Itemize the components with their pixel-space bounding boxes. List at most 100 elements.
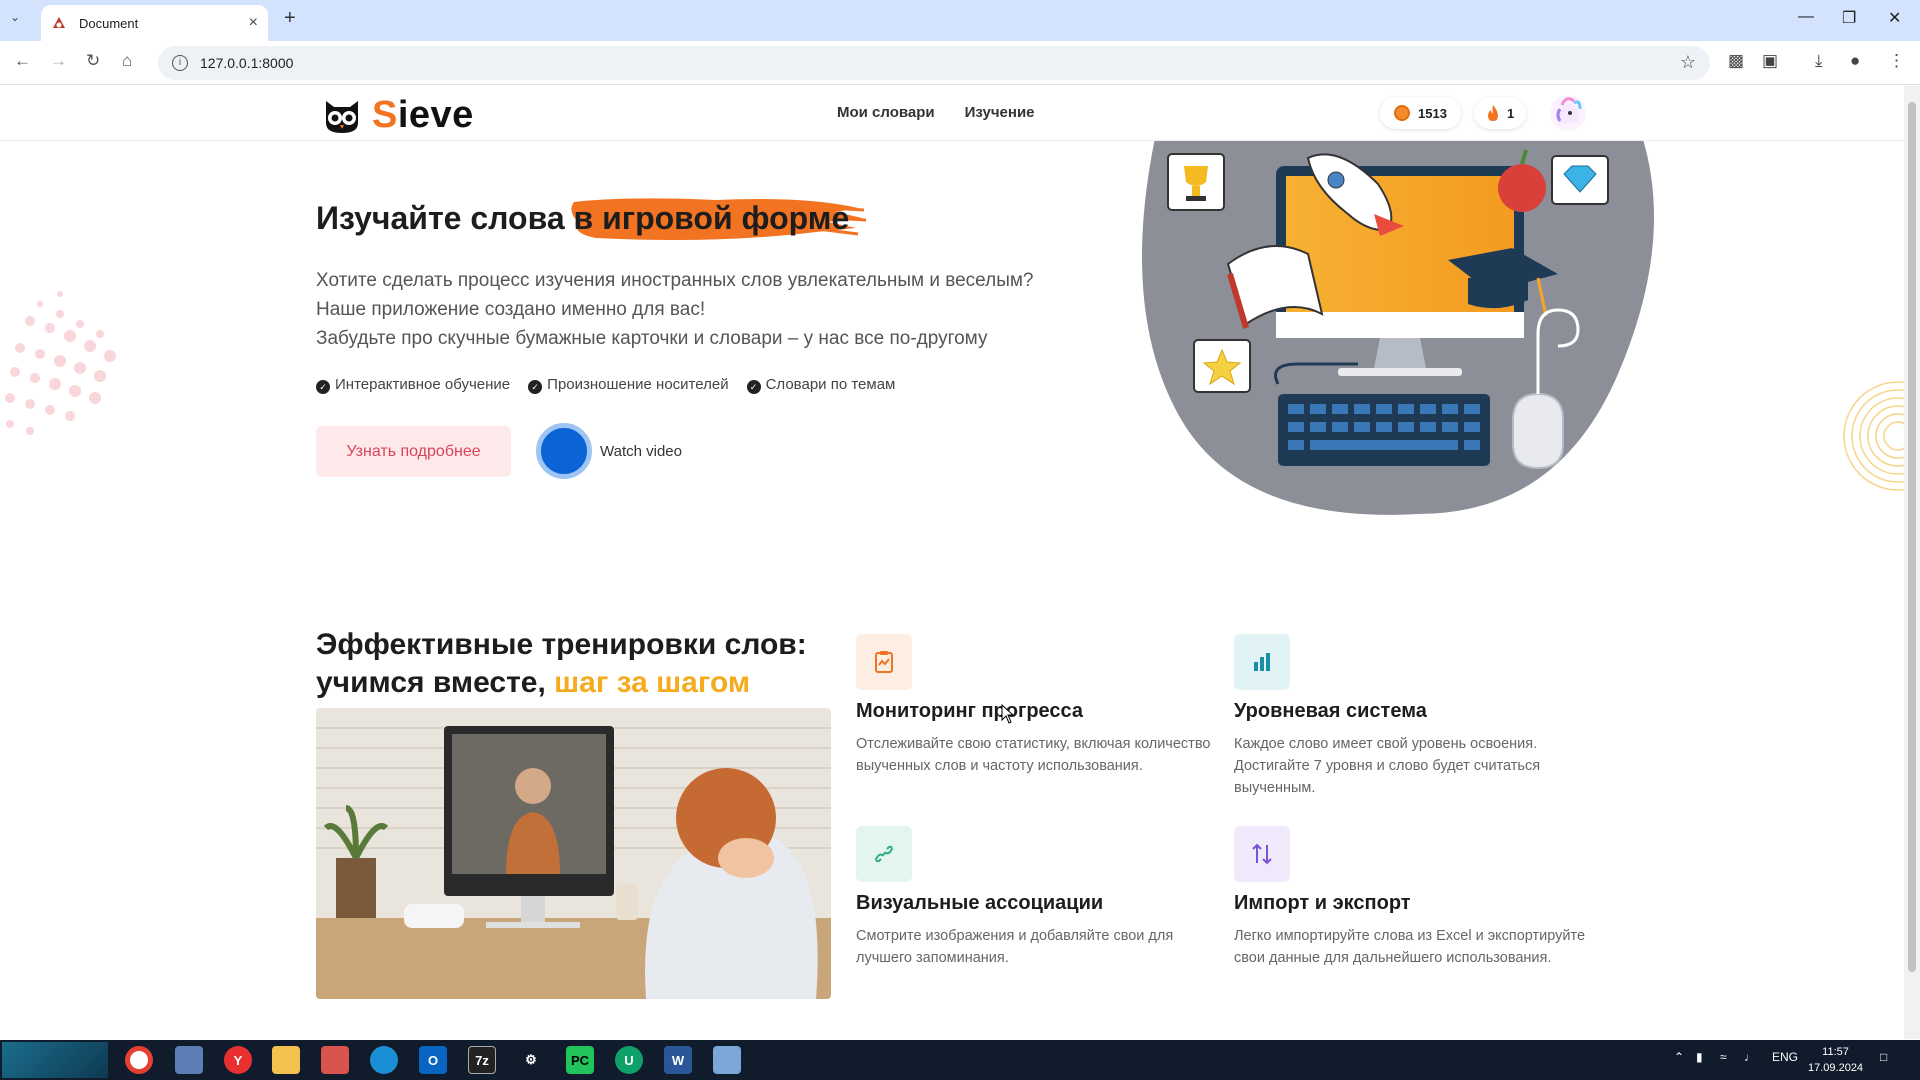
feature-card-import-export: Импорт и экспорт Легко импортируйте слов… [1234,826,1594,969]
learn-more-button[interactable]: Узнать подробнее [316,426,511,477]
7zip-icon[interactable]: 7z [468,1046,496,1074]
card-text: Каждое слово имеет свой уровень освоения… [1234,736,1541,796]
card-text: Отслеживайте свою статистику, включая ко… [856,736,1211,774]
folder-icon[interactable] [272,1046,300,1074]
clock-date: 17.09.2024 [1808,1062,1864,1074]
hero-title: Изучайте слова в игровой форме [316,200,850,236]
calculator-icon[interactable] [175,1046,203,1074]
menu-item-study[interactable]: Изучение [965,104,1035,121]
feature-card-visual: Визуальные ассоциации Смотрите изображен… [856,826,1216,969]
outlook-icon[interactable]: O [419,1046,447,1074]
link-icon [856,826,912,882]
feature-list: ✓ Интерактивное обучение ✓ Произношение но… [316,376,895,394]
browser-tab[interactable]: Document × [41,5,268,41]
menu-item-dictionaries[interactable]: Мои словари [837,104,935,121]
circles-decoration [1843,381,1904,491]
feature-item: ✓ Словари по темам [746,376,895,394]
play-icon[interactable] [536,423,592,479]
back-icon[interactable]: ← [14,51,31,71]
card-title: Визуальные ассоциации [856,892,1104,914]
forward-icon[interactable]: → [50,51,67,71]
flame-icon [1488,105,1498,121]
close-icon[interactable]: × [249,14,258,32]
check-icon: ✓ [746,380,761,394]
computer-illustration [1142,124,1654,515]
watch-video-label: Watch video [600,442,682,460]
star-icon[interactable]: ☆ [1680,52,1696,73]
reload-icon[interactable]: ↻ [86,51,100,71]
check-icon: ✓ [528,380,543,394]
coins-badge[interactable]: 1513 [1380,97,1461,129]
download-icon[interactable]: ⤓ [1815,51,1823,71]
page-viewport: Sieve Мои словари Изучение 1513 1 Изучай… [0,86,1904,1039]
clock-time: 11:57 [1822,1046,1849,1058]
extension-off-icon[interactable]: ▩ [1728,51,1744,71]
profile-icon[interactable]: ● [1850,51,1860,71]
word-icon[interactable]: W [664,1046,692,1074]
menu-icon[interactable]: ⋮ [1888,51,1905,71]
pycharm-icon[interactable]: PC [566,1046,594,1074]
section-title-line2: учимся вместе, шаг за шагом [316,666,751,699]
info-icon[interactable]: i [172,55,188,71]
chrome-icon[interactable] [125,1046,153,1074]
edge-icon[interactable] [370,1046,398,1074]
hero-title-highlight: игровой форме [602,200,850,236]
restore-icon[interactable]: ❐ [1842,8,1856,28]
yandex-icon[interactable]: Y [224,1046,252,1074]
page-scrollbar[interactable] [1904,86,1920,1039]
coin-icon [1394,105,1410,121]
unicorn-avatar-icon [1550,95,1586,131]
feature-card-progress: Мониторинг прогресса Отслеживайте свою с… [856,634,1216,777]
wifi-icon[interactable]: ≈ [1720,1050,1727,1064]
hero-text-line1: Хотите сделать процесс изучения иностран… [316,270,1034,291]
coins-count: 1513 [1418,105,1447,121]
streak-badge[interactable]: 1 [1474,97,1527,129]
card-title: Уровневая система [1234,700,1427,722]
check-icon: ✓ [316,380,330,394]
clipboard-chart-icon [856,634,912,690]
site-header: Sieve Мои словари Изучение 1513 1 [0,86,1904,141]
photos-icon[interactable] [713,1046,741,1074]
address-bar[interactable]: i 127.0.0.1:8000 ☆ [158,46,1710,80]
card-text: Легко импортируйте слова из Excel и эксп… [1234,928,1586,966]
card-title: Импорт и экспорт [1234,892,1411,914]
puzzle-icon[interactable]: ▣ [1762,51,1778,71]
feature-item: ✓ Интерактивное обучение [316,376,510,394]
notification-icon[interactable]: □ [1880,1050,1887,1064]
hero-text-line2: Наше приложение создано именно для вас! [316,299,706,320]
start-button[interactable] [2,1042,108,1078]
minimize-icon[interactable]: — [1798,8,1814,26]
battery-icon[interactable]: ▮ [1696,1050,1703,1064]
streak-count: 1 [1507,105,1515,121]
volume-icon[interactable]: ♩ [1744,1050,1756,1064]
star-card [1193,339,1251,393]
os-taskbar: Y O 7z ⚙ PC U W ⌃ ▮ ≈ ♩ ENG 11:57 17.09.… [0,1040,1920,1080]
logo[interactable]: Sieve [322,94,474,137]
clock[interactable]: 11:57 17.09.2024 [1808,1044,1863,1076]
new-tab-icon[interactable]: + [284,7,296,30]
window-close-icon[interactable]: ✕ [1888,8,1901,28]
feature-item: ✓ Произношение носителей [528,376,729,394]
section-title: Эффективные тренировки слов: учимся вмес… [316,626,807,702]
browser-toolbar: ← → ↻ ⌂ i 127.0.0.1:8000 ☆ ▩ ▣ ⤓ ● ⋮ [0,41,1920,85]
dots-decoration [5,291,116,435]
diamond-card [1551,155,1609,205]
language-indicator[interactable]: ENG [1772,1050,1798,1064]
tab-favicon-icon [53,17,65,28]
home-icon[interactable]: ⌂ [122,51,132,71]
tray-expand-icon[interactable]: ⌃ [1674,1050,1684,1064]
trophy-card [1167,153,1225,211]
scrollbar-thumb[interactable] [1908,102,1916,972]
avatar[interactable] [1548,93,1588,133]
tab-dropdown-icon[interactable]: ⌄ [10,10,20,24]
app-u-icon[interactable]: U [615,1046,643,1074]
watch-video-button[interactable]: Watch video [536,423,682,479]
main-menu: Мои словари Изучение [837,104,1035,121]
section-title-line1: Эффективные тренировки слов: [316,628,807,661]
hero-description: Хотите сделать процесс изучения иностран… [316,266,1034,353]
browser-tabstrip: ⌄ Document × + — ❐ ✕ [0,0,1920,41]
app-icon[interactable] [321,1046,349,1074]
card-title: Мониторинг прогресса [856,700,1084,722]
logo-text: Sieve [372,94,474,136]
settings-icon[interactable]: ⚙ [517,1046,545,1074]
